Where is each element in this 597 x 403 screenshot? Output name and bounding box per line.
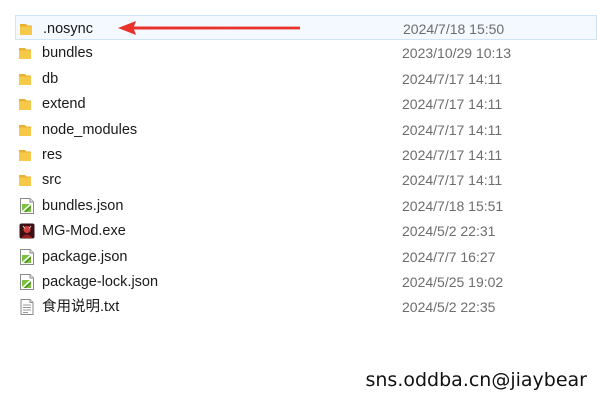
json-file-icon [18, 197, 36, 215]
file-row[interactable]: MG-Mod.exe 2024/5/2 22:31 [0, 218, 597, 243]
file-row[interactable]: .nosync 2024/7/18 15:50 [15, 15, 597, 41]
file-name: 食用说明.txt [42, 299, 120, 316]
exe-app-icon [18, 222, 36, 240]
file-name: .nosync [43, 21, 93, 37]
file-name: package.json [42, 248, 128, 265]
file-row[interactable]: res 2024/7/17 14:11 [0, 142, 597, 167]
file-row[interactable]: 食用说明.txt 2024/5/2 22:35 [0, 294, 597, 319]
file-name: MG-Mod.exe [42, 223, 126, 240]
file-modified-date: 2023/10/29 10:13 [402, 45, 511, 62]
file-list: .nosync 2024/7/18 15:50 bundles 2023/10/29 … [0, 15, 597, 320]
watermark-text: sns.oddba.cn@jiaybear [365, 369, 587, 391]
file-name: res [42, 146, 63, 163]
folder-icon [18, 70, 36, 88]
file-name: bundles.json [42, 197, 124, 214]
file-row[interactable]: package.json 2024/7/7 16:27 [0, 244, 597, 269]
file-row[interactable]: db 2024/7/17 14:11 [0, 66, 597, 91]
file-row[interactable]: bundles 2023/10/29 10:13 [0, 40, 597, 65]
file-name: extend [42, 96, 86, 113]
json-file-icon [18, 273, 36, 291]
file-modified-date: 2024/7/17 14:11 [402, 172, 503, 189]
file-row[interactable]: src 2024/7/17 14:11 [0, 167, 597, 192]
file-modified-date: 2024/7/17 14:11 [402, 96, 503, 113]
file-modified-date: 2024/5/2 22:31 [402, 223, 496, 240]
file-modified-date: 2024/7/17 14:11 [402, 121, 503, 138]
file-name: package-lock.json [42, 273, 159, 290]
file-modified-date: 2024/7/18 15:50 [403, 21, 505, 37]
folder-icon [19, 20, 37, 38]
file-modified-date: 2024/7/18 15:51 [402, 197, 504, 214]
file-row[interactable]: extend 2024/7/17 14:11 [0, 91, 597, 116]
file-name: db [42, 70, 59, 87]
text-file-icon [18, 298, 36, 316]
file-row[interactable]: package-lock.json 2024/5/25 19:02 [0, 269, 597, 294]
folder-icon [18, 121, 36, 139]
folder-icon [18, 95, 36, 113]
folder-icon [18, 44, 36, 62]
file-modified-date: 2024/7/17 14:11 [402, 70, 503, 87]
folder-icon [18, 146, 36, 164]
file-row[interactable]: bundles.json 2024/7/18 15:51 [0, 193, 597, 218]
file-name: src [42, 172, 62, 189]
json-file-icon [18, 248, 36, 266]
folder-icon [18, 171, 36, 189]
file-modified-date: 2024/5/2 22:35 [402, 299, 496, 316]
file-modified-date: 2024/7/7 16:27 [402, 248, 496, 265]
file-modified-date: 2024/7/17 14:11 [402, 146, 503, 163]
file-modified-date: 2024/5/25 19:02 [402, 273, 504, 290]
file-name: bundles [42, 45, 93, 62]
file-row[interactable]: node_modules 2024/7/17 14:11 [0, 117, 597, 142]
file-name: node_modules [42, 121, 138, 138]
